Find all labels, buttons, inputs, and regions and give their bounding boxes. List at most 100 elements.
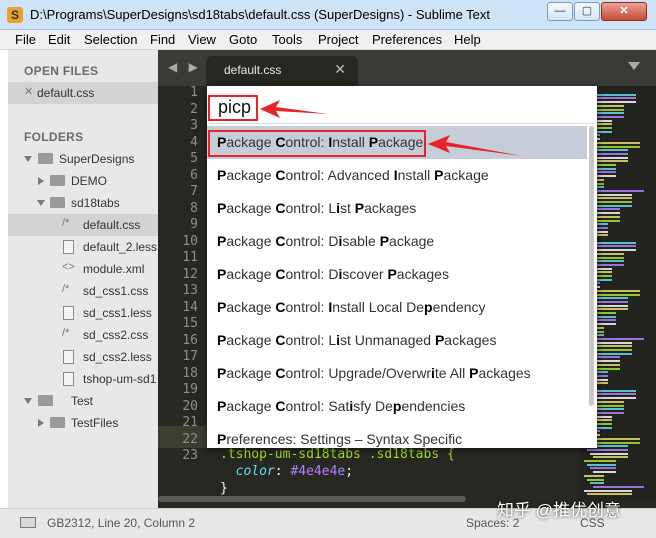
open-files-header: OPEN FILES	[24, 64, 99, 78]
menu-goto[interactable]: Goto	[229, 32, 257, 47]
minimize-button[interactable]: —	[547, 2, 573, 21]
tab-dropdown-icon[interactable]	[628, 62, 640, 70]
palette-item[interactable]: Package Control: Discover Packages	[207, 258, 587, 291]
line-number: 8	[190, 200, 198, 216]
item-text: ackage	[226, 167, 276, 183]
menu-file[interactable]: File	[15, 32, 36, 47]
tree-item-default-2-less[interactable]: default_2.less	[8, 236, 158, 258]
minimap-line	[593, 352, 632, 355]
minimap-line	[593, 367, 620, 370]
minimap-line	[590, 141, 640, 144]
palette-scrollbar[interactable]	[589, 126, 594, 406]
maximize-button[interactable]: ▢	[574, 2, 600, 21]
tree-item-default-css[interactable]: /* default.css	[8, 214, 158, 236]
item-text: ontrol: Upgrade/Overwr	[285, 365, 432, 381]
item-text: ackage	[226, 398, 276, 414]
palette-item[interactable]: Package Control: Install Local Dependenc…	[207, 291, 587, 324]
menu-tools[interactable]: Tools	[272, 32, 302, 47]
query-highlight-box	[208, 95, 258, 121]
tree-item-demo[interactable]: DEMO	[8, 170, 158, 192]
minimap-line	[590, 452, 628, 455]
menu-view[interactable]: View	[188, 32, 216, 47]
css-file-icon: /*	[62, 283, 70, 295]
match-char: P	[217, 299, 227, 315]
tree-item-module-xml[interactable]: <> module.xml	[8, 258, 158, 280]
collapsed-chevron-icon[interactable]	[38, 177, 44, 185]
minimap-line	[590, 482, 604, 485]
menu-preferences[interactable]: Preferences	[372, 32, 442, 47]
match-char: P	[469, 365, 479, 381]
line-number: 6	[190, 167, 198, 183]
tree-item-label: tshop-um-sd1	[83, 372, 157, 386]
file-icon	[63, 306, 74, 320]
tree-item-sd-css1-less[interactable]: sd_css1.less	[8, 302, 158, 324]
menu-project[interactable]: Project	[318, 32, 358, 47]
item-text: references: Settings – Syntax Specific	[226, 431, 463, 447]
minimap-line	[584, 489, 632, 492]
menu-help[interactable]: Help	[454, 32, 481, 47]
file-icon	[63, 350, 74, 364]
open-file-default-css[interactable]: ✕ default.css	[8, 82, 158, 104]
tree-item-sd-css2-less[interactable]: sd_css2.less	[8, 346, 158, 368]
line-number: 5	[190, 151, 198, 166]
tree-item-label: default.css	[83, 218, 141, 232]
palette-item[interactable]: Package Control: Satisfy Dependencies	[207, 390, 587, 423]
line-number: 2	[190, 101, 198, 117]
match-char: C	[275, 233, 286, 249]
match-char: P	[217, 431, 227, 447]
expanded-chevron-icon[interactable]	[24, 398, 32, 404]
item-text: sable	[342, 233, 380, 249]
item-text: sfy De	[353, 398, 393, 414]
minimap-line	[593, 308, 628, 311]
tree-item-tshop-um-sd1[interactable]: tshop-um-sd1	[8, 368, 158, 390]
close-file-icon[interactable]: ✕	[24, 85, 33, 98]
tree-item-label: DEMO	[71, 174, 107, 188]
minimap-line	[593, 115, 624, 118]
item-text: st Unmanaged	[340, 332, 435, 348]
tree-item-superdesigns[interactable]: SuperDesigns	[8, 148, 158, 170]
line-number: 19	[182, 382, 198, 397]
item-text: ontrol:	[285, 299, 329, 315]
tree-item-test[interactable]: Test	[8, 390, 158, 412]
expanded-chevron-icon[interactable]	[24, 156, 32, 162]
match-char: P	[217, 266, 227, 282]
tab-nav-arrows-icon[interactable]: ◀ ▶	[168, 60, 202, 74]
match-char: P	[434, 332, 445, 348]
palette-item[interactable]: Package Control: Disable Package	[207, 225, 587, 258]
tab-default-css[interactable]: default.css ✕	[206, 56, 358, 86]
expanded-chevron-icon[interactable]	[37, 200, 45, 206]
menu-find[interactable]: Find	[150, 32, 175, 47]
palette-item[interactable]: Package Control: List Unmanaged Packages	[207, 324, 587, 357]
minimap-line	[593, 485, 644, 488]
tree-item-testfiles[interactable]: TestFiles	[8, 412, 158, 434]
file-icon	[63, 240, 74, 254]
panel-toggle-icon[interactable]	[20, 517, 36, 528]
tree-item-sd18tabs[interactable]: sd18tabs	[8, 192, 158, 214]
minimap-line	[587, 448, 628, 451]
palette-item[interactable]: Preferences: Settings – Syntax Specific	[207, 423, 587, 448]
match-char: C	[275, 398, 286, 414]
menu-edit[interactable]: Edit	[48, 32, 70, 47]
folder-open-icon	[50, 197, 65, 208]
selected-item-highlight-box	[208, 130, 426, 157]
line-number: 18	[182, 365, 198, 381]
line-number: 10	[182, 233, 198, 249]
folders-header: FOLDERS	[24, 130, 84, 144]
palette-item[interactable]: Package Control: Upgrade/Overwrite All P…	[207, 357, 587, 390]
item-text: ackages	[478, 365, 531, 381]
minimap-line	[593, 160, 628, 163]
match-char: P	[354, 200, 365, 216]
palette-item[interactable]: Package Control: Advanced Install Packag…	[207, 159, 587, 192]
item-text: st	[340, 200, 355, 216]
tab-close-icon[interactable]: ✕	[334, 61, 346, 78]
minimap-line	[593, 441, 640, 444]
tree-item-label: Test	[71, 394, 94, 408]
close-window-button[interactable]: ✕	[601, 2, 647, 21]
horizontal-scrollbar[interactable]	[158, 496, 466, 502]
palette-item[interactable]: Package Control: List Packages	[207, 192, 587, 225]
menu-selection[interactable]: Selection	[84, 32, 137, 47]
tree-item-sd-css1-css[interactable]: /* sd_css1.css	[8, 280, 158, 302]
css-colon: :	[274, 464, 291, 479]
tree-item-sd-css2-css[interactable]: /* sd_css2.css	[8, 324, 158, 346]
collapsed-chevron-icon[interactable]	[38, 419, 44, 427]
